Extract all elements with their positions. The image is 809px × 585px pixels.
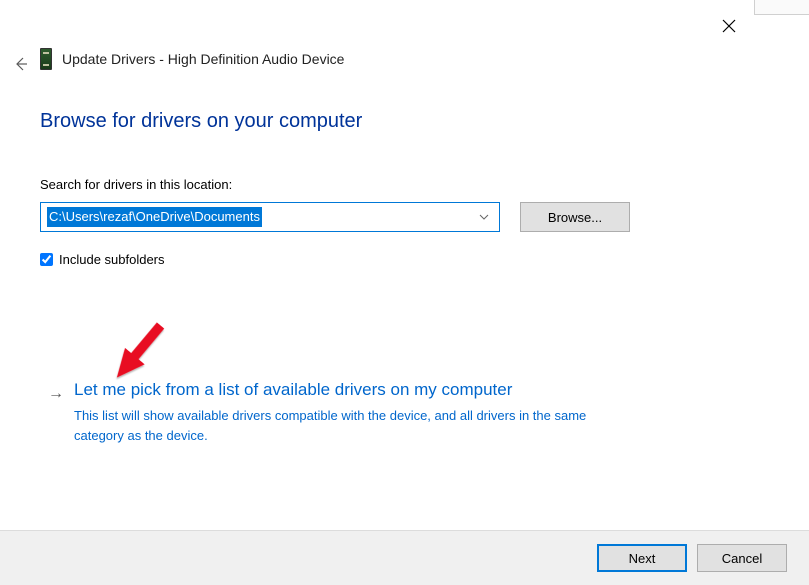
path-value: C:\Users\rezaf\OneDrive\Documents (47, 207, 262, 227)
title-bar: Update Drivers - High Definition Audio D… (40, 48, 344, 70)
page-heading: Browse for drivers on your computer (40, 110, 769, 133)
pick-from-list-description: This list will show available drivers co… (74, 406, 634, 445)
include-subfolders-label: Include subfolders (59, 252, 165, 267)
browse-button[interactable]: Browse... (520, 202, 630, 232)
next-button[interactable]: Next (597, 544, 687, 572)
annotation-arrow-icon (100, 310, 180, 390)
close-icon (722, 19, 736, 33)
back-button[interactable] (12, 55, 30, 73)
pick-from-list-title: Let me pick from a list of available dri… (74, 380, 739, 400)
window-title: Update Drivers - High Definition Audio D… (62, 51, 344, 67)
inactive-window-edge (754, 0, 809, 15)
arrow-left-icon (13, 56, 29, 72)
include-subfolders-checkbox[interactable] (40, 253, 53, 266)
device-chip-icon (40, 48, 52, 70)
close-button[interactable] (719, 16, 739, 36)
cancel-button[interactable]: Cancel (697, 544, 787, 572)
include-subfolders-row[interactable]: Include subfolders (40, 252, 769, 267)
pick-from-list-option[interactable]: → Let me pick from a list of available d… (48, 380, 739, 445)
path-combobox[interactable]: C:\Users\rezaf\OneDrive\Documents (40, 202, 500, 232)
arrow-right-icon: → (48, 386, 64, 402)
search-location-label: Search for drivers in this location: (40, 177, 769, 192)
dialog-footer: Next Cancel (0, 530, 809, 585)
chevron-down-icon[interactable] (475, 203, 493, 231)
